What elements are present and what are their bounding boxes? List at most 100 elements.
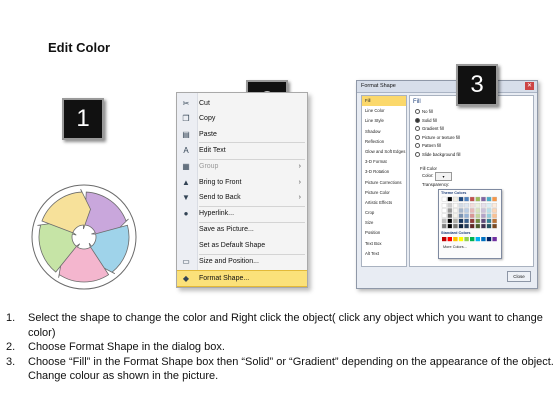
- fill-option-label: Gradient fill: [422, 126, 444, 131]
- instruction-step-3: 3. Choose “Fill” in the Format Shape box …: [6, 355, 554, 384]
- menu-item-label: Bring to Front: [199, 178, 242, 186]
- category-item[interactable]: Shadow: [362, 127, 406, 137]
- standard-color-swatch: [453, 237, 458, 242]
- menu-item[interactable]: ✂ Cut: [177, 96, 307, 111]
- menu-item[interactable]: Save as Picture...: [177, 222, 307, 237]
- fill-option-radio[interactable]: Pattern fill: [415, 143, 441, 149]
- color-swatch: [464, 203, 469, 208]
- fill-option-label: No fill: [422, 109, 433, 114]
- color-swatch: [441, 223, 447, 229]
- radio-icon: [415, 117, 420, 123]
- chevron-right-icon: ›: [298, 193, 301, 201]
- color-swatch: [481, 213, 486, 218]
- bring-to-front-icon: ▲: [182, 177, 190, 187]
- menu-item[interactable]: ▤ Paste: [177, 127, 307, 142]
- menu-item-label: Size and Position...: [199, 258, 259, 265]
- color-swatch: [469, 196, 475, 202]
- standard-color-swatch: [481, 237, 486, 242]
- category-item[interactable]: Alt Text: [362, 249, 406, 259]
- chevron-right-icon: ›: [298, 178, 301, 186]
- more-colors-option[interactable]: More Colors...: [443, 245, 467, 249]
- color-swatch: [486, 213, 492, 218]
- color-swatch: [447, 223, 453, 229]
- color-swatch: [469, 218, 475, 224]
- close-button[interactable]: Close: [507, 271, 531, 282]
- fill-option-radio[interactable]: Solid fill: [415, 118, 437, 123]
- fill-option-label: Slide background fill: [422, 151, 461, 157]
- paste-icon: ▤: [182, 129, 190, 139]
- send-to-back-icon: ▼: [182, 192, 190, 202]
- color-swatch: [453, 203, 458, 208]
- menu-item[interactable]: ▲ Bring to Front ›: [177, 175, 307, 190]
- category-item[interactable]: Glow and Soft Edges: [362, 147, 406, 157]
- cut-icon: ✂: [182, 99, 190, 108]
- color-swatch: [492, 196, 497, 202]
- color-swatch: [458, 203, 464, 208]
- category-item[interactable]: Picture Color: [362, 188, 406, 198]
- menu-item[interactable]: ● Hyperlink...: [177, 206, 307, 221]
- color-picker-button[interactable]: ▾: [435, 172, 452, 181]
- category-item[interactable]: 3-D Format: [362, 157, 406, 167]
- category-item[interactable]: Text Box: [362, 239, 406, 249]
- category-item[interactable]: Line Color: [362, 106, 406, 116]
- standard-color-swatch: [492, 237, 497, 242]
- category-item[interactable]: Reflection: [362, 137, 406, 147]
- dialog-close-icon[interactable]: ✕: [525, 82, 534, 90]
- menu-item[interactable]: ▼ Send to Back ›: [177, 190, 307, 205]
- menu-item-label: Set as Default Shape: [199, 241, 266, 249]
- menu-item-label: Group: [199, 163, 219, 171]
- size-position-icon: ▭: [182, 257, 190, 266]
- fill-option-radio[interactable]: Picture or texture fill: [415, 135, 460, 140]
- category-item[interactable]: Line Style: [362, 116, 406, 126]
- standard-color-swatch: [442, 237, 447, 242]
- category-item[interactable]: Picture Corrections: [362, 178, 406, 188]
- menu-item[interactable]: ◆ Format Shape...: [177, 270, 307, 287]
- color-swatch: [447, 218, 453, 224]
- category-item[interactable]: Size: [362, 218, 406, 228]
- step-text: Select the shape to change the color and…: [28, 312, 543, 339]
- color-swatch: [447, 196, 453, 202]
- color-swatch: [453, 223, 458, 229]
- fill-panel: Fill No fill Solid fill Gradient fill Pictu…: [409, 95, 534, 267]
- menu-item-label: Cut: [199, 100, 210, 107]
- category-item[interactable]: 3-D Rotation: [362, 167, 406, 177]
- color-swatch: [447, 213, 453, 218]
- step-number: 2.: [6, 341, 16, 353]
- color-swatch: [475, 213, 481, 218]
- menu-item[interactable]: ❐ Copy: [177, 111, 307, 126]
- arrow-wheel-shape[interactable]: [28, 183, 140, 291]
- instruction-step-2: 2. Choose Format Shape in the dialog box.: [6, 340, 554, 355]
- step-number: 1.: [6, 312, 16, 324]
- category-item[interactable]: Position: [362, 228, 406, 238]
- fill-option-label: Picture or texture fill: [422, 134, 460, 140]
- color-swatch: [492, 218, 497, 224]
- color-swatch: [447, 208, 453, 213]
- category-item[interactable]: Crop: [362, 208, 406, 218]
- instruction-list: 1. Select the shape to change the color a…: [6, 311, 554, 384]
- menu-item-label: Paste: [199, 130, 217, 138]
- color-swatch: [486, 208, 492, 213]
- color-swatch: [447, 203, 453, 208]
- category-item[interactable]: Artistic Effects: [362, 198, 406, 208]
- menu-item[interactable]: Set as Default Shape: [177, 238, 307, 253]
- color-swatch: [492, 203, 497, 208]
- page-title: Edit Color: [48, 40, 111, 55]
- color-swatch: [481, 203, 486, 208]
- color-swatch: [481, 196, 486, 202]
- category-list: Fill Line Color Line Style Shadow Reflection…: [361, 95, 407, 267]
- color-palette-dropdown: Theme Colors Standard Colors More Colors…: [438, 189, 502, 259]
- color-swatch: [453, 208, 458, 213]
- menu-item[interactable]: A Edit Text: [177, 143, 307, 158]
- category-item[interactable]: Fill: [362, 96, 406, 107]
- fill-option-radio[interactable]: Gradient fill: [415, 126, 444, 132]
- menu-item-label: Save as Picture...: [199, 226, 254, 234]
- menu-item[interactable]: ▭ Size and Position...: [177, 254, 307, 269]
- fill-option-label: Solid fill: [422, 117, 437, 123]
- standard-color-swatch: [458, 237, 464, 242]
- color-swatch: [469, 203, 475, 208]
- format-shape-icon: ◆: [182, 274, 190, 284]
- fill-option-radio[interactable]: No fill: [415, 109, 433, 115]
- color-swatch: [469, 223, 475, 229]
- fill-option-radio[interactable]: Slide background fill: [415, 152, 460, 157]
- standard-color-swatch: [447, 237, 452, 242]
